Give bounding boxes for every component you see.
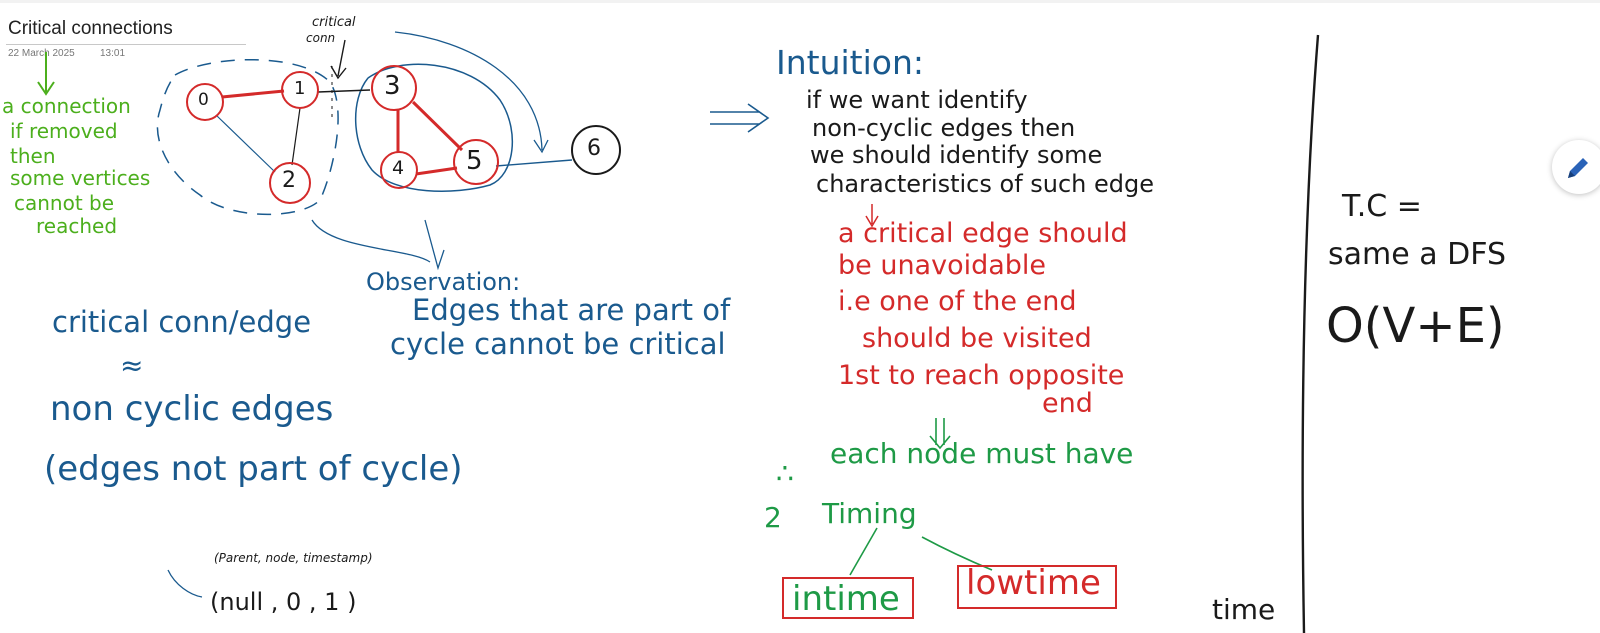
observation-line-1: Edges that are part of	[412, 293, 731, 327]
node-label-5: 5	[466, 146, 483, 176]
branch-intime	[849, 527, 878, 576]
red-line-6: end	[1042, 388, 1093, 419]
red-line-1: a critical edge should	[838, 218, 1128, 249]
critical-annotation-line1: critical	[312, 15, 356, 30]
definition-line-4: some vertices	[10, 166, 151, 190]
pen-tool-button[interactable]	[1552, 140, 1600, 194]
arrow-to-observation	[311, 219, 445, 271]
critical-annotation-line2: conn	[306, 31, 336, 45]
arrow-3-to-6	[394, 31, 549, 154]
component-outline-left	[156, 59, 339, 216]
intuition-line-3: we should identify some	[810, 141, 1103, 169]
red-line-5: 1st to reach opposite	[838, 360, 1125, 391]
intuition-line-1: if we want identify	[806, 86, 1028, 114]
critical-annotation-arrow	[330, 39, 347, 80]
node-label-0: 0	[198, 90, 209, 110]
timing-count: 2	[764, 501, 782, 534]
edge-3-5	[411, 100, 464, 152]
tc-same: same a DFS	[1328, 237, 1507, 272]
definition-line-3: then	[10, 144, 56, 168]
tc-label: T.C =	[1342, 189, 1422, 224]
observation-line-2: cycle cannot be critical	[390, 327, 726, 361]
definition-line-2: if removed	[10, 119, 118, 143]
definition-arrow	[37, 52, 55, 96]
red-line-3: i.e one of the end	[838, 286, 1077, 317]
pen-icon	[1568, 158, 1588, 178]
intime-label: intime	[792, 579, 900, 619]
edge-4-5	[415, 166, 458, 176]
vertical-divider	[1301, 34, 1320, 633]
node-label-3: 3	[384, 71, 401, 101]
tuple-values: (null , 0 , 1 )	[210, 588, 357, 616]
node-label-2: 2	[282, 168, 296, 193]
node-label-6: 6	[587, 136, 601, 161]
definition-line-1: a connection	[2, 94, 131, 118]
edge-1-3-critical	[317, 89, 371, 93]
intuition-title: Intuition:	[776, 43, 925, 82]
intuition-line-4: characteristics of such edge	[816, 170, 1155, 198]
implies-arrow	[710, 103, 770, 133]
node-label-4: 4	[392, 157, 405, 179]
edge-5-6	[495, 159, 573, 167]
cut-off-word: time	[1212, 593, 1276, 626]
definition-line-6: reached	[36, 214, 118, 238]
node-label-1: 1	[294, 78, 306, 99]
edge-1-2	[291, 107, 301, 166]
lowtime-label: lowtime	[966, 563, 1101, 603]
non-cyclic-label: non cyclic edges	[50, 389, 334, 429]
small-blue-arrow	[167, 569, 203, 598]
red-line-4: should be visited	[862, 323, 1092, 354]
timing-label: Timing	[822, 497, 917, 530]
critical-edge-label: critical conn/edge	[52, 305, 312, 339]
edge-0-2	[215, 114, 276, 173]
red-line-2: be unavoidable	[838, 250, 1047, 281]
equivalence-symbol: ≈	[120, 349, 144, 382]
tc-value: O(V+E)	[1326, 298, 1505, 354]
definition-line-5: cannot be	[14, 191, 115, 215]
intuition-line-2: non-cyclic edges then	[812, 114, 1076, 142]
tuple-header: (Parent, node, timestamp)	[214, 551, 373, 565]
edge-0-1	[221, 89, 285, 99]
therefore-symbol: ∴	[776, 457, 794, 490]
must-have-label: each node must have	[830, 437, 1134, 470]
not-part-of-cycle: (edges not part of cycle)	[44, 449, 463, 489]
observation-title: Observation:	[366, 268, 521, 296]
